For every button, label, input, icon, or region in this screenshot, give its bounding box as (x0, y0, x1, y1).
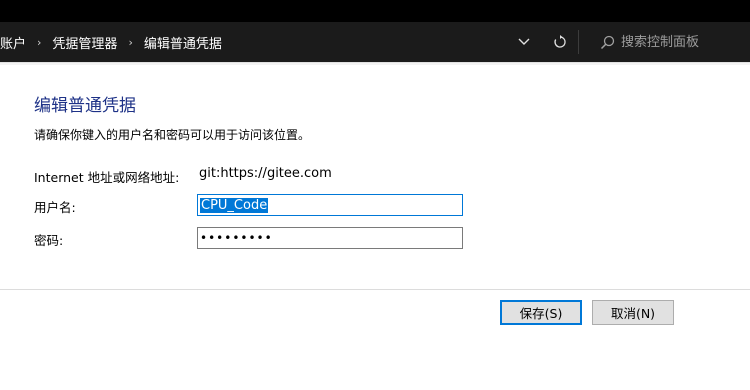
save-button[interactable]: 保存(S) (500, 300, 582, 325)
breadcrumb-item-account[interactable]: 账户 (0, 33, 30, 52)
password-value: ••••••••• (200, 231, 273, 245)
username-label: 用户名: (34, 200, 76, 215)
password-field[interactable]: ••••••••• (197, 227, 463, 249)
username-field[interactable]: CPU_Code (197, 194, 463, 216)
refresh-button[interactable] (546, 30, 574, 54)
address-divider (578, 30, 579, 54)
window-top-strip (0, 0, 750, 22)
page-title: 编辑普通凭据 (34, 96, 136, 116)
breadcrumb-separator[interactable]: › (121, 36, 139, 49)
password-label: 密码: (34, 233, 64, 248)
breadcrumb-separator[interactable]: › (30, 36, 48, 49)
search-icon (600, 33, 615, 51)
breadcrumb: 账户 › 凭据管理器 › 编辑普通凭据 (0, 22, 508, 62)
chevron-down-icon (518, 38, 530, 45)
breadcrumb-item-edit-credential[interactable]: 编辑普通凭据 (140, 33, 226, 52)
footer-divider (0, 289, 750, 290)
instruction-text: 请确保你键入的用户名和密码可以用于访问该位置。 (34, 128, 311, 142)
cancel-button[interactable]: 取消(N) (592, 300, 674, 325)
header-divider (0, 62, 750, 65)
search-box[interactable] (590, 28, 750, 56)
search-input[interactable] (615, 30, 750, 54)
address-bar: 账户 › 凭据管理器 › 编辑普通凭据 (0, 22, 750, 62)
address-label: Internet 地址或网络地址: (34, 170, 180, 185)
breadcrumb-item-credential-manager[interactable]: 凭据管理器 (48, 33, 121, 52)
refresh-icon (554, 35, 566, 48)
address-dropdown-button[interactable] (510, 30, 538, 54)
username-value: CPU_Code (200, 197, 269, 213)
address-value: git:https://gitee.com (199, 166, 332, 181)
